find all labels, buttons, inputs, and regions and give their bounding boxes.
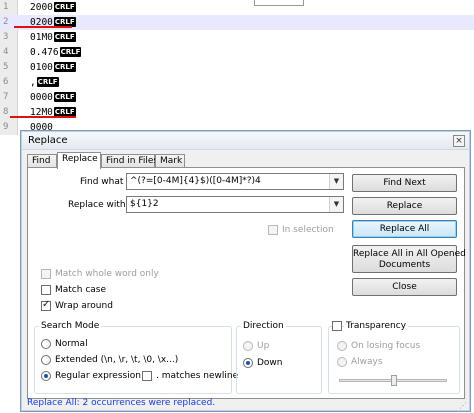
- line-number: 4: [3, 47, 9, 57]
- on-losing-focus-label: On losing focus: [351, 341, 421, 351]
- matches-newline-label: . matches newline: [156, 371, 239, 381]
- line-number: 1: [3, 2, 9, 12]
- normal-radio[interactable]: [41, 339, 51, 349]
- red-underline-annotation: [10, 116, 76, 118]
- status-message: Replace All: 2 occurrences were replaced…: [27, 398, 216, 408]
- wrap-around-checkbox[interactable]: [41, 299, 51, 311]
- transparency-title: Transparency: [344, 321, 409, 331]
- match-case-label: Match case: [55, 285, 107, 295]
- find-next-button[interactable]: Find Next: [352, 174, 457, 192]
- screen: 1 2000 CRLF 2 0200 CRLF 3 01M0 CRLF 4 0.476…: [0, 0, 474, 413]
- in-selection-checkbox[interactable]: [268, 225, 278, 235]
- line-number: 3: [3, 32, 9, 42]
- red-underline-annotation: [14, 26, 72, 28]
- chevron-down-icon[interactable]: ▼: [329, 197, 343, 212]
- find-what-input[interactable]: ^(?=[0-4M]{4}$)([0-4M]*?)4 ▼: [126, 173, 344, 190]
- replace-with-input[interactable]: ${1}2 ▼: [126, 196, 344, 213]
- match-case-checkbox[interactable]: [41, 285, 51, 295]
- regular-expression-label: Regular expression: [55, 371, 141, 381]
- dialog-title: Replace: [28, 135, 68, 146]
- matches-newline-checkbox[interactable]: [142, 371, 152, 381]
- close-icon[interactable]: ×: [453, 135, 465, 147]
- normal-label: Normal: [55, 339, 88, 349]
- in-selection-label: In selection: [282, 225, 334, 235]
- find-what-label: Find what :: [80, 177, 130, 187]
- replace-with-label: Replace with :: [68, 200, 132, 210]
- close-button[interactable]: Close: [352, 278, 457, 296]
- button-label-line1: Replace All in All Opened: [353, 249, 466, 259]
- line-number: 5: [3, 62, 9, 72]
- wrap-around-label: Wrap around: [55, 301, 113, 311]
- line-text: 01M0 CRLF: [30, 32, 76, 43]
- on-losing-focus-radio[interactable]: [337, 341, 347, 351]
- direction-group: Direction Up Down: [236, 321, 322, 394]
- editor-line[interactable]: 7 0000 CRLF: [0, 90, 474, 105]
- eol-marker: CRLF: [53, 2, 76, 12]
- match-whole-word-checkbox[interactable]: [41, 269, 51, 279]
- tab-replace[interactable]: Replace: [57, 152, 101, 169]
- editor-line[interactable]: 3 01M0 CRLF: [0, 30, 474, 45]
- transparency-slider-thumb[interactable]: [391, 375, 397, 386]
- line-text: 2000 CRLF: [30, 2, 76, 13]
- transparency-checkbox[interactable]: [332, 321, 342, 331]
- dialog-titlebar[interactable]: Replace ×: [22, 132, 469, 150]
- editor-line[interactable]: 1 2000 CRLF: [0, 0, 474, 15]
- match-whole-word-label: Match whole word only: [55, 269, 159, 279]
- editor-area[interactable]: 1 2000 CRLF 2 0200 CRLF 3 01M0 CRLF 4 0.476…: [0, 0, 474, 135]
- replace-dialog: Replace × Find Replace Find in Files Mar…: [20, 130, 471, 412]
- tab-find-in-files[interactable]: Find in Files: [101, 154, 158, 168]
- eol-marker: CRLF: [53, 62, 76, 72]
- search-mode-group: Search Mode Normal Extended (\n, \r, \t,…: [34, 321, 238, 394]
- find-what-value: ^(?=[0-4M]{4}$)([0-4M]*?)4: [130, 176, 261, 186]
- line-number: 9: [3, 122, 9, 132]
- always-label: Always: [351, 357, 383, 367]
- eol-marker: CRLF: [59, 47, 82, 57]
- button-label-line2: Documents: [378, 260, 431, 270]
- resize-grip-icon[interactable]: ⋰: [459, 401, 467, 410]
- editor-line[interactable]: 4 0.476 CRLF: [0, 45, 474, 60]
- search-mode-title: Search Mode: [39, 321, 102, 331]
- tab-find[interactable]: Find: [27, 154, 57, 168]
- editor-line[interactable]: 6 , CRLF: [0, 75, 474, 90]
- chevron-down-icon[interactable]: ▼: [329, 174, 343, 189]
- direction-down-label: Down: [257, 358, 283, 368]
- replace-button[interactable]: Replace: [352, 197, 457, 215]
- extended-label: Extended (\n, \r, \t, \0, \x...): [55, 355, 179, 365]
- replace-with-value: ${1}2: [130, 199, 159, 209]
- always-radio[interactable]: [337, 357, 347, 367]
- line-number: 6: [3, 77, 9, 87]
- status-bar: Replace All: 2 occurrences were replaced…: [22, 395, 469, 411]
- direction-up-label: Up: [257, 341, 270, 351]
- direction-title: Direction: [241, 321, 286, 331]
- replace-all-in-opened-docs-button[interactable]: Replace All in All Opened Documents: [352, 245, 466, 273]
- regular-expression-radio[interactable]: [41, 371, 51, 381]
- transparency-group: Transparency On losing focus Always: [328, 321, 460, 394]
- line-text: , CRLF: [30, 77, 59, 88]
- line-number: 7: [3, 92, 9, 102]
- replace-tab-panel: Find what : ^(?=[0-4M]{4}$)([0-4M]*?)4 ▼…: [27, 167, 466, 399]
- tab-mark[interactable]: Mark: [155, 154, 185, 168]
- line-text: 0100 CRLF: [30, 62, 76, 73]
- editor-line[interactable]: 5 0100 CRLF: [0, 60, 474, 75]
- line-text: 0000 CRLF: [30, 92, 76, 103]
- eol-marker: CRLF: [53, 32, 76, 42]
- eol-marker: CRLF: [36, 77, 59, 87]
- direction-up-radio[interactable]: [243, 341, 253, 351]
- direction-down-radio[interactable]: [243, 358, 253, 368]
- extended-radio[interactable]: [41, 355, 51, 365]
- replace-all-button[interactable]: Replace All: [352, 220, 457, 238]
- eol-marker: CRLF: [53, 92, 76, 102]
- line-text: 0.476 CRLF: [30, 47, 82, 58]
